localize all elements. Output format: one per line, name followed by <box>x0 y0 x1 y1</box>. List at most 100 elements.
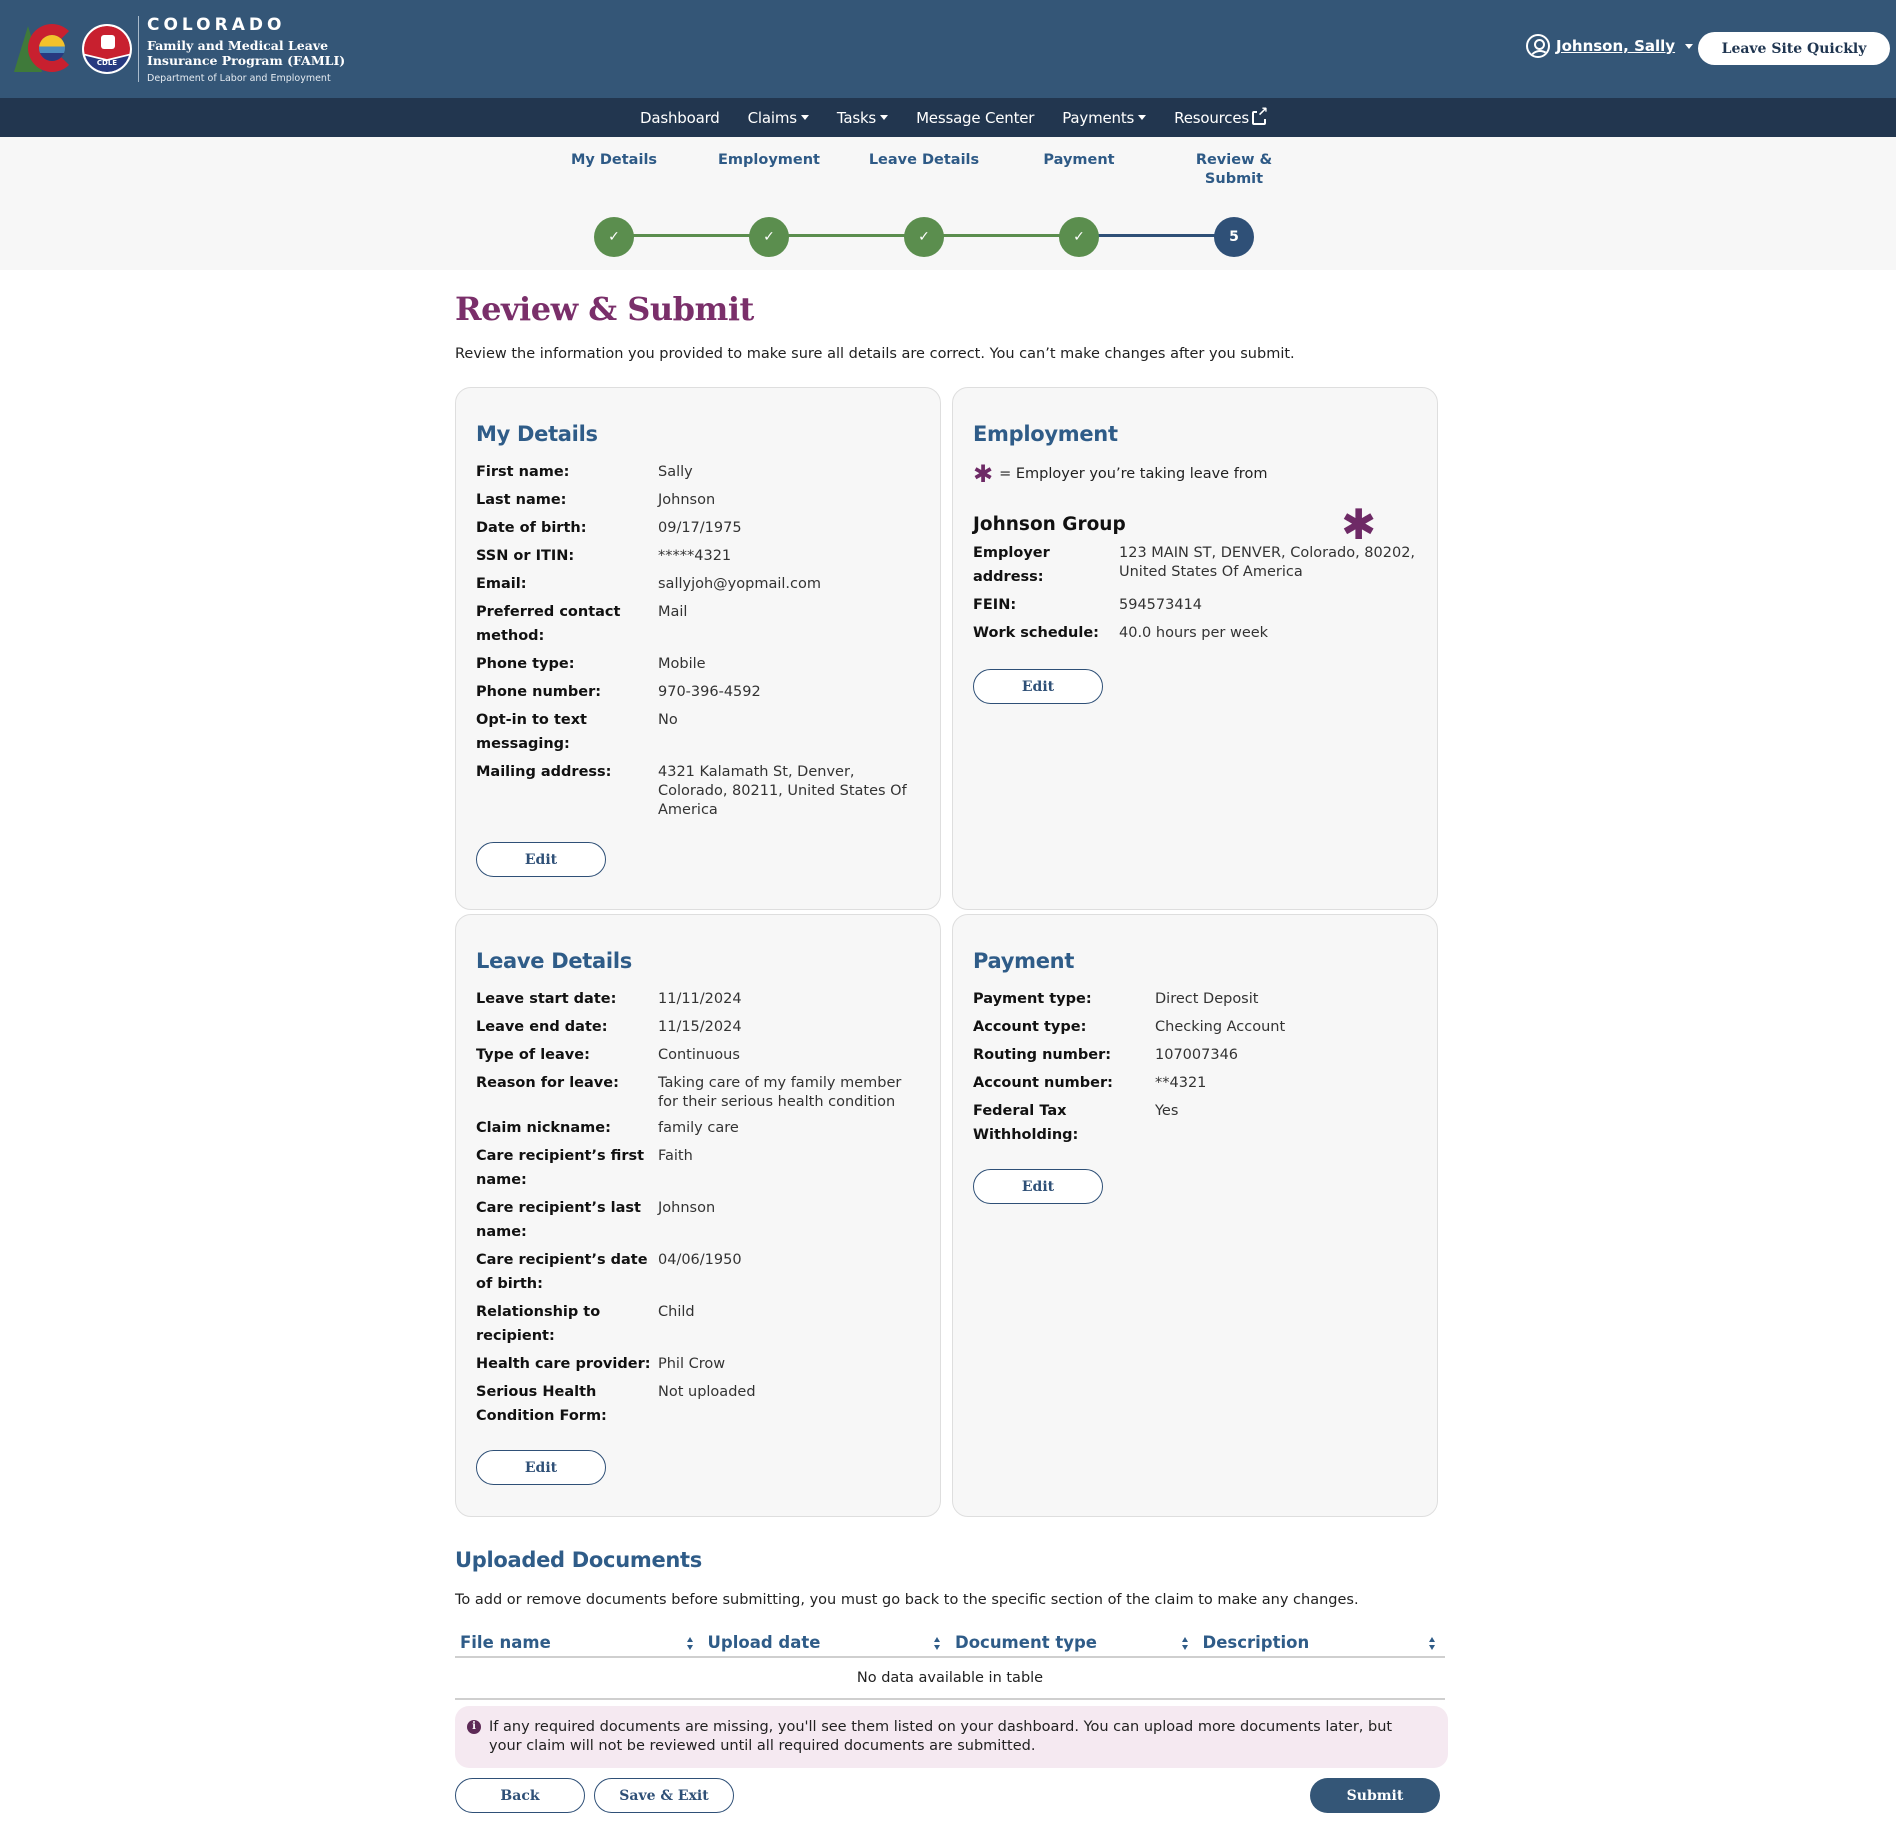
submit-button[interactable]: Submit <box>1310 1778 1440 1813</box>
detail-row: Account number: **4321 <box>973 1071 1417 1095</box>
back-button[interactable]: Back <box>455 1778 585 1813</box>
detail-label: Federal Tax Withholding: <box>973 1103 1079 1143</box>
card-leave-details: Leave Details Leave start date: 11/11/202… <box>455 914 941 1517</box>
colorado-logo-icon <box>14 22 78 76</box>
nav-item-dashboard[interactable]: Dashboard <box>626 109 734 127</box>
detail-row: Reason for leave: Taking care of my famil… <box>476 1071 920 1112</box>
employer-name-text: Johnson Group <box>973 514 1126 535</box>
card-payment: Payment Payment type: Direct Deposit Accou… <box>952 914 1438 1517</box>
detail-value: 107007346 <box>1155 1047 1239 1063</box>
detail-label: FEIN: <box>973 597 1017 613</box>
detail-value: No <box>658 712 678 728</box>
detail-label: Health care provider: <box>476 1356 651 1372</box>
user-name[interactable]: Johnson, Sally <box>1556 37 1675 55</box>
step-4-complete[interactable]: ✓ <box>1059 217 1099 257</box>
detail-label: Relationship to recipient: <box>476 1304 601 1344</box>
detail-label: Mailing address: <box>476 764 612 780</box>
detail-label: Account type: <box>973 1019 1087 1035</box>
detail-value: Continuous <box>658 1047 740 1063</box>
step-connector-complete <box>614 234 1079 237</box>
main-content: Review & Submit Review the information y… <box>455 290 1448 1813</box>
card-title: My Details <box>476 422 598 446</box>
check-icon: ✓ <box>763 229 775 245</box>
nav-item-label: Payments <box>1062 108 1135 127</box>
employer-legend: ✱ = Employer you’re taking leave from <box>973 460 1417 488</box>
detail-label: Reason for leave: <box>476 1075 619 1091</box>
nav-item-message-center[interactable]: Message Center <box>902 109 1048 127</box>
detail-value: 11/15/2024 <box>658 1019 742 1035</box>
nav-items: Dashboard Claims Tasks Message Center Pa… <box>626 105 1280 127</box>
detail-label: Serious Health Condition Form: <box>476 1384 607 1424</box>
step-3-complete[interactable]: ✓ <box>904 217 944 257</box>
detail-label: Leave start date: <box>476 991 617 1007</box>
edit-my-details-button[interactable]: Edit <box>476 842 606 877</box>
asterisk-icon: ✱ <box>1341 500 1377 549</box>
employer-name: Johnson Group ✱ <box>973 500 1417 549</box>
column-header-file-name[interactable]: File name <box>455 1628 703 1658</box>
detail-value: Johnson <box>658 492 716 508</box>
page-title: Review & Submit <box>455 290 754 328</box>
detail-label: Leave end date: <box>476 1019 608 1035</box>
detail-row: Preferred contact method: Mail <box>476 600 920 648</box>
table-row-empty: No data available in table <box>455 1657 1445 1700</box>
column-header-document-type[interactable]: Document type <box>950 1628 1198 1658</box>
column-label: Document type <box>955 1633 1097 1652</box>
detail-label: Opt-in to text messaging: <box>476 712 587 752</box>
nav-item-tasks[interactable]: Tasks <box>823 109 902 127</box>
user-circle-icon <box>1526 34 1550 58</box>
nav-item-label: Message Center <box>916 108 1035 127</box>
chevron-down-icon <box>800 115 809 120</box>
user-menu[interactable]: Johnson, Sally <box>1526 34 1694 58</box>
external-link-icon <box>1251 105 1268 125</box>
step-1-complete[interactable]: ✓ <box>594 217 634 257</box>
detail-row: Leave end date: 11/15/2024 <box>476 1015 920 1039</box>
detail-label: Routing number: <box>973 1047 1112 1063</box>
save-exit-button[interactable]: Save & Exit <box>594 1778 734 1813</box>
step-connector-current <box>1079 234 1234 237</box>
detail-value: 594573414 <box>1119 597 1203 613</box>
detail-label: Claim nickname: <box>476 1120 611 1136</box>
sort-icon <box>1429 1637 1437 1651</box>
nav-item-claims[interactable]: Claims <box>734 109 823 127</box>
leave-site-quickly-button[interactable]: Leave Site Quickly <box>1698 32 1890 65</box>
detail-value: Not uploaded <box>658 1384 756 1400</box>
step-label-review-submit: Review & Submit <box>1195 152 1273 187</box>
detail-row: First name: Sally <box>476 460 920 484</box>
logo-state: COLORADO <box>147 14 286 35</box>
detail-row: SSN or ITIN: *****4321 <box>476 544 920 568</box>
detail-row: Relationship to recipient: Child <box>476 1300 920 1348</box>
nav-item-resources[interactable]: Resources <box>1160 105 1280 127</box>
detail-label: SSN or ITIN: <box>476 548 575 564</box>
edit-payment-button[interactable]: Edit <box>973 1169 1103 1204</box>
detail-row: Date of birth: 09/17/1975 <box>476 516 920 540</box>
details-list: Employer address: 123 MAIN ST, DENVER, Co… <box>973 541 1417 645</box>
logo-program-line1: Family and Medical Leave <box>147 37 329 53</box>
detail-label: Email: <box>476 576 527 592</box>
sort-icon <box>1181 1637 1190 1651</box>
column-label: Upload date <box>707 1633 821 1652</box>
detail-value: 04/06/1950 <box>658 1252 742 1268</box>
detail-row: Care recipient’s last name: Johnson <box>476 1196 920 1244</box>
nav-item-payments[interactable]: Payments <box>1048 109 1160 127</box>
edit-leave-details-button[interactable]: Edit <box>476 1450 606 1485</box>
detail-label: Phone type: <box>476 656 575 672</box>
detail-row: Care recipient’s date of birth: 04/06/195… <box>476 1248 920 1296</box>
details-list: Leave start date: 11/11/2024 Leave end dat… <box>476 987 920 1428</box>
column-header-upload-date[interactable]: Upload date <box>702 1628 950 1658</box>
step-2-complete[interactable]: ✓ <box>749 217 789 257</box>
detail-row: Routing number: 107007346 <box>973 1043 1417 1067</box>
detail-row: Mailing address: 4321 Kalamath St, Denver… <box>476 760 920 820</box>
section-title: Uploaded Documents <box>455 1548 702 1572</box>
section-intro: To add or remove documents before submit… <box>455 1592 1359 1608</box>
edit-employment-button[interactable]: Edit <box>973 669 1103 704</box>
detail-value: 11/11/2024 <box>658 991 742 1007</box>
documents-table: File name Upload date Document type Desc… <box>455 1628 1445 1700</box>
check-icon: ✓ <box>1073 229 1085 245</box>
detail-label: Employer address: <box>973 545 1050 585</box>
famli-logo[interactable]: CDLE COLORADO Family and Medical Leave I… <box>14 12 345 86</box>
chevron-down-icon <box>1138 115 1147 120</box>
detail-row: Claim nickname: family care <box>476 1116 920 1140</box>
detail-label: Work schedule: <box>973 625 1099 641</box>
detail-row: Email: sallyjoh@yopmail.com <box>476 572 920 596</box>
column-header-description[interactable]: Description <box>1197 1628 1445 1658</box>
